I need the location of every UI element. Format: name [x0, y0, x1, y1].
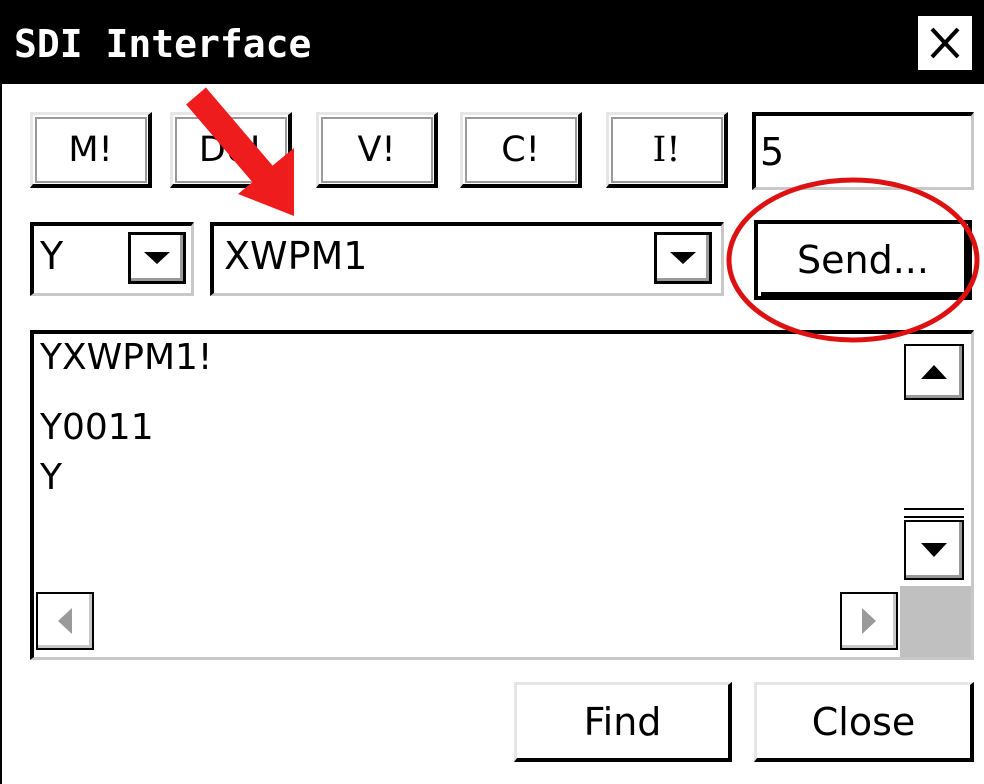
log-line: Y0011	[40, 407, 154, 448]
vertical-scrollbar[interactable]	[900, 334, 971, 586]
scroll-left-button[interactable]	[36, 592, 94, 650]
address-select[interactable]: Y	[30, 222, 194, 296]
log-line: Y	[40, 457, 62, 498]
find-button[interactable]: Find	[514, 682, 732, 762]
count-value: 5	[760, 129, 785, 174]
i-command-label: I!	[652, 129, 681, 170]
address-select-value: Y	[40, 234, 64, 278]
i-command-button[interactable]: I!	[606, 112, 728, 188]
m-command-label: M!	[68, 129, 113, 170]
v-command-button[interactable]: V!	[316, 112, 438, 188]
log-line: YXWPM1!	[40, 337, 213, 378]
window-title: SDI Interface	[14, 22, 312, 66]
v-command-label: V!	[357, 129, 396, 170]
address-dropdown-button[interactable]	[128, 232, 186, 284]
close-button[interactable]: Close	[754, 682, 974, 762]
m-command-button[interactable]: M!	[30, 112, 152, 188]
output-log[interactable]: YXWPM1! Y0011 Y	[30, 330, 974, 660]
arrow-up-icon	[921, 365, 947, 379]
arrow-left-icon	[58, 608, 72, 634]
c-command-label: C!	[501, 129, 540, 170]
dropdown-arrow-icon	[144, 252, 170, 264]
dropdown-arrow-icon	[670, 252, 696, 264]
scroll-corner	[900, 586, 971, 657]
find-button-label: Find	[583, 699, 662, 744]
close-window-button[interactable]	[916, 14, 974, 72]
scroll-thumb[interactable]	[904, 508, 964, 518]
window-frame	[0, 84, 10, 784]
command-dropdown-button[interactable]	[654, 232, 712, 284]
scroll-down-button[interactable]	[904, 520, 964, 580]
arrow-right-icon	[862, 608, 876, 634]
horizontal-scrollbar[interactable]	[34, 586, 900, 657]
scroll-up-button[interactable]	[904, 344, 964, 400]
scroll-right-button[interactable]	[840, 592, 898, 650]
highlight-circle-annotation	[726, 177, 980, 343]
command-select-value: XWPM1	[224, 234, 368, 278]
command-select[interactable]: XWPM1	[210, 222, 724, 296]
close-button-label: Close	[811, 699, 916, 744]
red-arrow-annotation	[186, 87, 294, 216]
c-command-button[interactable]: C!	[460, 112, 582, 188]
arrow-down-icon	[921, 543, 947, 557]
close-x-icon	[930, 27, 960, 59]
